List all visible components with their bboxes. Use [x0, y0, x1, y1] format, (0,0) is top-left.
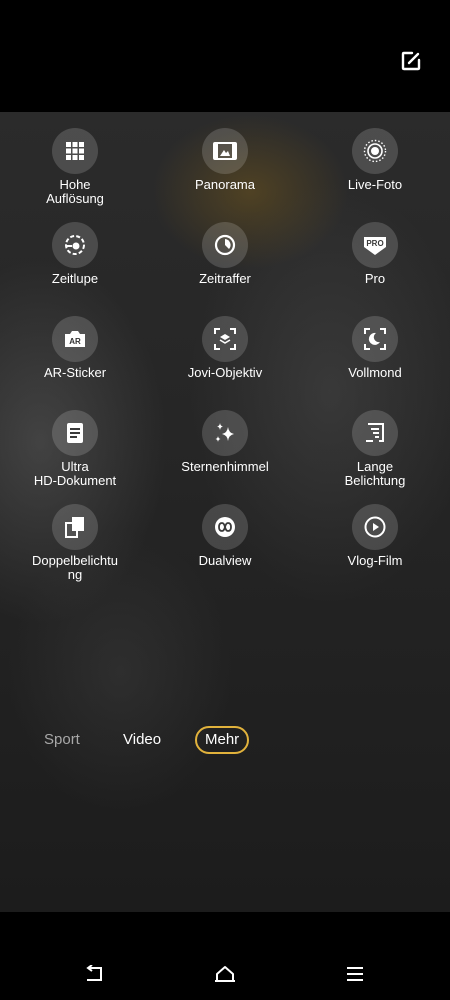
- mode-tab-sport[interactable]: Sport: [44, 726, 80, 754]
- mode-double-exposure[interactable]: Doppelbelichtu ng: [0, 504, 150, 598]
- slow-motion-icon: [52, 222, 98, 268]
- mode-label: Panorama: [195, 177, 255, 192]
- home-icon: [213, 965, 237, 983]
- modes-row: AR AR-Sticker Jovi-Objektiv Vollmond: [0, 316, 450, 410]
- mode-panorama[interactable]: Panorama: [150, 128, 300, 222]
- mode-label: AR-Sticker: [43, 365, 107, 380]
- dualview-icon: [202, 504, 248, 550]
- ar-sticker-icon: AR: [52, 316, 98, 362]
- mode-label: Sternenhimmel: [181, 459, 269, 474]
- jovi-lens-icon: [202, 316, 248, 362]
- mode-high-resolution[interactable]: Hohe Auflösung: [0, 128, 150, 222]
- mode-label: Jovi-Objektiv: [187, 365, 263, 380]
- mode-long-exposure[interactable]: Lange Belichtung: [300, 410, 450, 504]
- mode-label: Ultra HD-Dokument: [33, 459, 117, 488]
- mode-switcher: Sport Video Mehr: [0, 726, 450, 756]
- modes-row: Hohe Auflösung Panorama Live-Foto: [0, 128, 450, 222]
- back-button[interactable]: [82, 962, 106, 986]
- mode-label: Live-Foto: [347, 177, 403, 192]
- modes-row: Doppelbelichtu ng Dualview Vlog-Film: [0, 504, 450, 598]
- moon-icon: [352, 316, 398, 362]
- modes-row: Ultra HD-Dokument Sternenhimmel Lange Be…: [0, 410, 450, 504]
- edit-icon: [400, 50, 422, 72]
- ar-badge-text: AR: [69, 337, 81, 346]
- live-photo-icon: [352, 128, 398, 174]
- mode-timelapse[interactable]: Zeitraffer: [150, 222, 300, 316]
- double-exposure-icon: [52, 504, 98, 550]
- mode-label: Hohe Auflösung: [46, 177, 104, 206]
- top-bar: [0, 0, 450, 112]
- mode-slow-motion[interactable]: Zeitlupe: [0, 222, 150, 316]
- mode-label: Vlog-Film: [347, 553, 403, 568]
- mode-dualview[interactable]: Dualview: [150, 504, 300, 598]
- mode-label: Lange Belichtung: [344, 459, 406, 488]
- play-icon: [352, 504, 398, 550]
- mode-jovi-lens[interactable]: Jovi-Objektiv: [150, 316, 300, 410]
- pro-badge-text: PRO: [366, 239, 383, 248]
- stars-icon: [202, 410, 248, 456]
- edit-button[interactable]: [398, 48, 424, 74]
- mode-full-moon[interactable]: Vollmond: [300, 316, 450, 410]
- pro-icon: PRO: [352, 222, 398, 268]
- long-exposure-icon: [352, 410, 398, 456]
- system-navigation-bar: [0, 912, 450, 1000]
- camera-viewfinder: Hohe Auflösung Panorama Live-Foto Zeitlu…: [0, 112, 450, 912]
- back-icon: [83, 965, 105, 983]
- modes-row: Zeitlupe Zeitraffer PRO Pro: [0, 222, 450, 316]
- mode-vlog-film[interactable]: Vlog-Film: [300, 504, 450, 598]
- more-modes-grid: Hohe Auflösung Panorama Live-Foto Zeitlu…: [0, 128, 450, 598]
- menu-icon: [345, 966, 365, 982]
- menu-button[interactable]: [343, 962, 367, 986]
- mode-ar-sticker[interactable]: AR AR-Sticker: [0, 316, 150, 410]
- mode-label: Zeitraffer: [199, 271, 251, 286]
- document-icon: [52, 410, 98, 456]
- panorama-icon: [202, 128, 248, 174]
- mode-label: Zeitlupe: [51, 271, 99, 286]
- mode-ultra-hd-document[interactable]: Ultra HD-Dokument: [0, 410, 150, 504]
- mode-live-photo[interactable]: Live-Foto: [300, 128, 450, 222]
- home-button[interactable]: [213, 962, 237, 986]
- grid-icon: [52, 128, 98, 174]
- mode-label: Vollmond: [348, 365, 402, 380]
- mode-label: Doppelbelichtu ng: [31, 553, 118, 582]
- mode-label: Pro: [364, 271, 386, 286]
- mode-pro[interactable]: PRO Pro: [300, 222, 450, 316]
- mode-tab-video[interactable]: Video: [123, 726, 161, 754]
- mode-tab-mehr[interactable]: Mehr: [195, 726, 250, 754]
- timelapse-icon: [202, 222, 248, 268]
- mode-starry-sky[interactable]: Sternenhimmel: [150, 410, 300, 504]
- mode-label: Dualview: [198, 553, 252, 568]
